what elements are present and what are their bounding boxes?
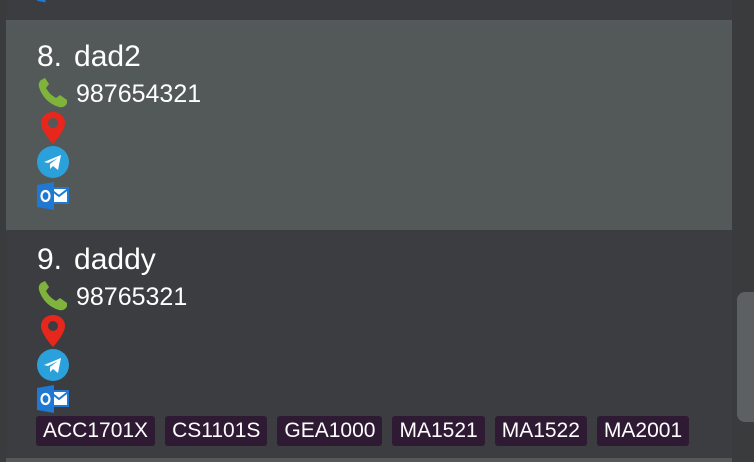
contact-card[interactable]: 9. daddy 98765321 ACC1701X CS1101S GEA10… [6,230,732,462]
telegram-row [36,145,70,179]
phone-row: 98765321 [36,279,336,313]
address-row [36,111,70,145]
previous-card-remainder [6,0,732,20]
telegram-icon [37,349,69,381]
telegram-row [36,348,70,382]
phone-number: 98765321 [76,283,188,311]
phone-icon [38,78,67,108]
outlook-email-icon [37,182,69,210]
contact-name: daddy [74,243,156,276]
tag: CS1101S [165,416,268,446]
telegram-icon [37,146,69,178]
contact-index: 8. [37,40,63,73]
tag: ACC1701X [36,416,156,446]
location-pin-icon [41,315,65,347]
tag: MA1521 [392,416,485,446]
tag-list: ACC1701X CS1101S GEA1000 MA1521 MA1522 MA2001 [36,416,699,448]
contact-title: 9. daddy [37,242,156,278]
contact-index: 9. [37,243,63,276]
scrollbar-thumb[interactable] [737,292,754,422]
address-row [36,314,70,348]
phone-row: 987654321 [36,76,336,110]
outlook-email-icon [37,385,69,413]
email-row [36,179,70,213]
contact-name: dad2 [74,40,141,73]
contact-title: 8. dad2 [37,39,141,75]
tag: MA1522 [494,416,587,446]
next-card-edge [6,458,732,462]
outlook-email-icon [37,0,46,3]
tag: GEA1000 [277,416,383,446]
contact-list: 8. dad2 987654321 9. daddy 98765321 ACC1… [6,0,732,462]
location-pin-icon [41,112,65,144]
phone-icon [38,281,67,311]
email-row [36,382,70,416]
tag: MA2001 [596,416,690,446]
contact-card[interactable]: 8. dad2 987654321 [6,20,732,230]
phone-number: 987654321 [76,80,202,108]
